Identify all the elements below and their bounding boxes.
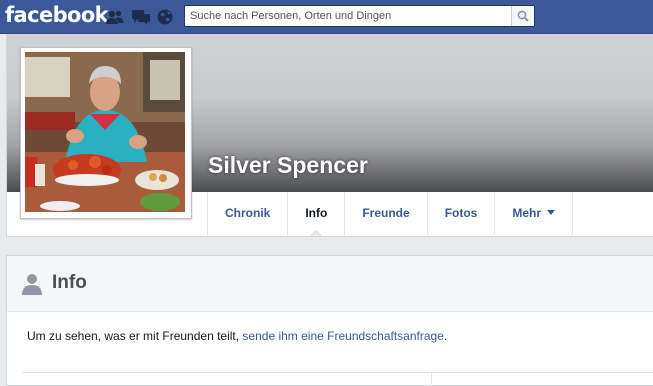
search-icon bbox=[517, 10, 529, 22]
info-header: Info bbox=[7, 256, 653, 312]
send-friend-request-link[interactable]: sende ihm eine Freundschaftsanfrage bbox=[242, 329, 443, 343]
profile-picture[interactable] bbox=[20, 47, 192, 219]
tab-freunde[interactable]: Freunde bbox=[344, 192, 426, 235]
notifications-globe-icon[interactable] bbox=[157, 9, 175, 25]
divider bbox=[22, 372, 653, 373]
tab-fotos[interactable]: Fotos bbox=[426, 192, 495, 235]
search-input[interactable] bbox=[185, 6, 514, 26]
tab-info[interactable]: Info bbox=[287, 192, 344, 236]
search-button[interactable] bbox=[511, 6, 534, 26]
friend-requests-icon[interactable] bbox=[106, 9, 124, 25]
facebook-logo[interactable]: facebook bbox=[5, 3, 109, 27]
info-title: Info bbox=[52, 272, 87, 293]
tab-mehr[interactable]: Mehr bbox=[494, 192, 574, 235]
top-navigation-bar: facebook bbox=[0, 0, 653, 34]
friend-request-prompt: Um zu sehen, was er mit Freunden teilt, … bbox=[27, 329, 448, 343]
chevron-down-icon bbox=[547, 210, 556, 215]
info-section: Info Um zu sehen, was er mit Freunden te… bbox=[6, 255, 653, 386]
active-tab-indicator bbox=[310, 230, 323, 236]
profile-name[interactable]: Silver Spencer bbox=[208, 152, 368, 179]
column-divider bbox=[431, 372, 432, 386]
messages-icon[interactable] bbox=[132, 9, 150, 25]
tab-chronik[interactable]: Chronik bbox=[207, 192, 287, 235]
profile-photo-image bbox=[25, 52, 185, 212]
profile-tabs: Chronik Info Freunde Fotos Mehr bbox=[207, 192, 574, 236]
search-bar bbox=[184, 5, 535, 27]
profile-header: Silver Spencer Chronik Info Freunde Foto… bbox=[6, 34, 653, 237]
person-icon bbox=[22, 274, 42, 295]
